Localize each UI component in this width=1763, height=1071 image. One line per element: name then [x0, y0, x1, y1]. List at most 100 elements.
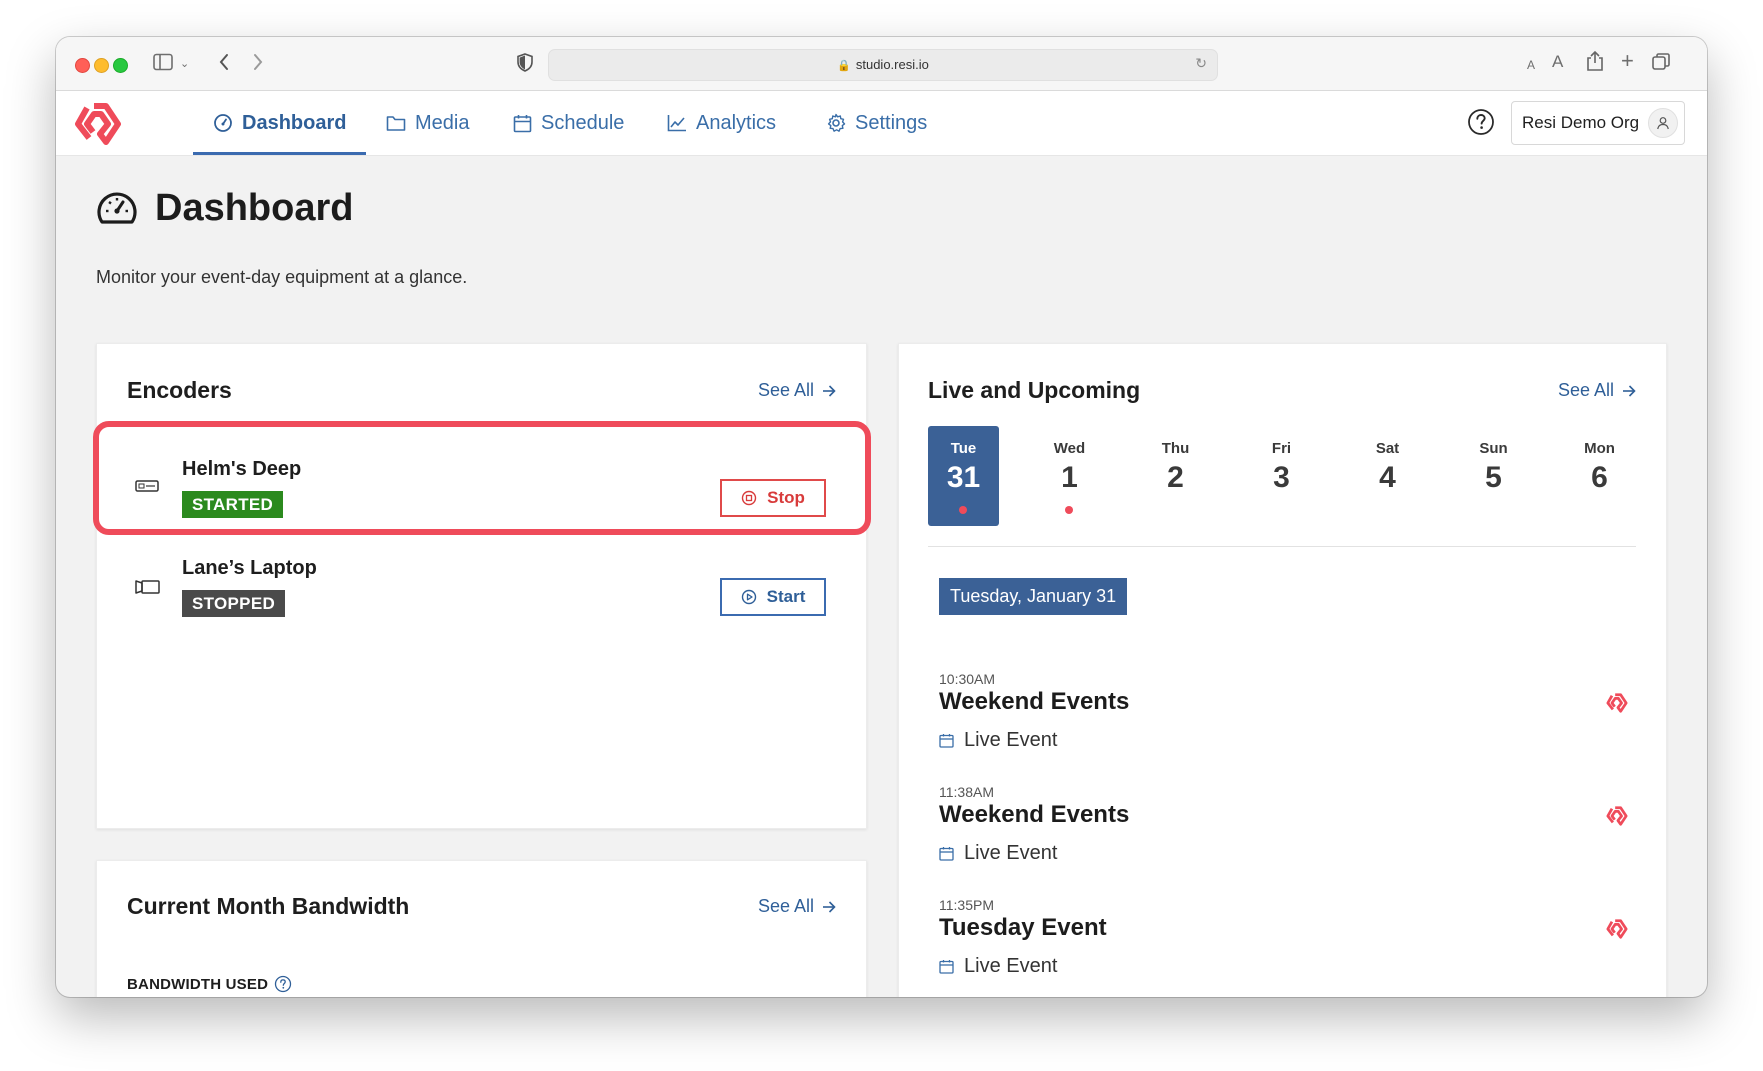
live-see-all-link[interactable]: See All — [1558, 380, 1636, 401]
event-title[interactable]: Weekend Events — [939, 801, 1129, 829]
encoder-row[interactable]: Lane’s Laptop STOPPED Start — [97, 544, 866, 644]
event-time: 11:38AM — [939, 784, 994, 800]
start-encoder-button[interactable]: Start — [720, 578, 826, 616]
address-bar[interactable]: 🔒 studio.resi.io ↻ — [548, 49, 1218, 81]
calendar-day[interactable]: Sat 4 — [1352, 426, 1423, 526]
bandwidth-see-all-label: See All — [757, 896, 814, 916]
stop-encoder-button[interactable]: Stop — [720, 479, 826, 517]
calendar-day[interactable]: Tue 31 — [928, 426, 999, 526]
encoders-see-all-link[interactable]: See All — [758, 380, 836, 401]
live-upcoming-card: Live and Upcoming See All Tue 31 Wed 1 T… — [898, 343, 1667, 997]
chevron-down-icon[interactable]: ⌄ — [180, 54, 189, 74]
page-title: Dashboard — [155, 187, 354, 229]
close-window-button[interactable] — [75, 58, 90, 73]
event-time: 11:35PM — [939, 897, 994, 913]
text-larger-icon[interactable]: A — [1552, 52, 1563, 72]
day-number: 2 — [1167, 461, 1184, 494]
calendar-day[interactable]: Wed 1 — [1034, 426, 1105, 526]
url-text: studio.resi.io — [855, 57, 929, 72]
browser-window: ⌄ 🔒 studio.resi.io ↻ A A + Dashboard Med… — [56, 37, 1707, 997]
encoders-card: Encoders See All Helm's Deep STARTED Sto… — [96, 343, 867, 829]
zoom-window-button[interactable] — [113, 58, 128, 73]
nav-schedule[interactable]: Schedule — [513, 91, 624, 155]
calendar-day[interactable]: Sun 5 — [1458, 426, 1529, 526]
calendar-icon — [939, 847, 954, 861]
event-type: Live Event — [939, 955, 1057, 978]
gauge-icon — [214, 114, 232, 132]
bandwidth-see-all-link[interactable]: See All — [758, 896, 836, 917]
bandwidth-title: Current Month Bandwidth — [127, 893, 410, 919]
day-name: Tue — [950, 440, 977, 457]
event-title[interactable]: Weekend Events — [939, 688, 1129, 716]
encoder-name[interactable]: Helm's Deep — [182, 458, 301, 481]
app-navbar: Dashboard Media Schedule Analytics Setti… — [56, 91, 1707, 156]
encoders-title: Encoders — [127, 377, 232, 403]
reload-icon[interactable]: ↻ — [1195, 55, 1207, 72]
encoder-name[interactable]: Lane’s Laptop — [182, 557, 317, 580]
start-button-label: Start — [766, 587, 806, 606]
status-badge: STARTED — [182, 491, 284, 518]
nav-dashboard[interactable]: Dashboard — [192, 91, 368, 155]
new-tab-icon[interactable]: + — [1621, 50, 1634, 72]
play-circle-icon — [741, 589, 756, 605]
minimize-window-button[interactable] — [94, 58, 109, 73]
back-arrow-icon[interactable] — [218, 52, 230, 76]
selected-date-label: Tuesday, January 31 — [939, 578, 1128, 615]
share-icon[interactable] — [1586, 50, 1604, 76]
shield-icon[interactable] — [517, 53, 533, 76]
org-switcher-button[interactable]: Resi Demo Org — [1511, 101, 1685, 145]
bandwidth-used-text: BANDWIDTH USED — [127, 975, 269, 993]
bandwidth-used-label: BANDWIDTH USED — [127, 975, 292, 993]
day-number: 31 — [946, 461, 981, 494]
stop-button-label: Stop — [767, 488, 805, 507]
day-name: Mon — [1584, 440, 1615, 457]
help-circle-icon[interactable] — [274, 975, 292, 993]
nav-media-label: Media — [415, 111, 470, 134]
status-badge: STOPPED — [182, 590, 286, 617]
event-type: Live Event — [939, 729, 1057, 752]
resi-logo-icon[interactable] — [1606, 918, 1628, 940]
live-see-all-label: See All — [1557, 380, 1614, 400]
browser-toolbar: ⌄ 🔒 studio.resi.io ↻ A A + — [56, 37, 1707, 91]
encoders-see-all-label: See All — [757, 380, 814, 400]
day-number: 4 — [1379, 461, 1396, 494]
nav-settings[interactable]: Settings — [826, 91, 927, 155]
event-time: 10:30AM — [939, 671, 996, 687]
calendar-day[interactable]: Mon 6 — [1564, 426, 1635, 526]
user-avatar-icon[interactable] — [1648, 108, 1678, 138]
nav-schedule-label: Schedule — [541, 111, 625, 134]
text-smaller-icon[interactable]: A — [1527, 55, 1535, 75]
day-name: Fri — [1271, 440, 1292, 457]
nav-settings-label: Settings — [855, 111, 928, 134]
dashboard-gauge-icon — [97, 191, 137, 224]
nav-media[interactable]: Media — [386, 91, 469, 155]
laptop-encoder-icon — [135, 580, 160, 594]
help-icon[interactable] — [1467, 108, 1495, 136]
calendar-day[interactable]: Thu 2 — [1140, 426, 1211, 526]
event-title[interactable]: Tuesday Event — [939, 914, 1107, 942]
org-name: Resi Demo Org — [1522, 113, 1640, 132]
nav-dashboard-label: Dashboard — [242, 111, 347, 134]
day-name: Sun — [1479, 440, 1508, 457]
resi-logo-icon[interactable] — [1606, 692, 1628, 714]
live-upcoming-title: Live and Upcoming — [928, 377, 1141, 403]
encoder-row[interactable]: Helm's Deep STARTED Stop — [97, 439, 866, 539]
page-header: Dashboard — [96, 187, 353, 230]
event-indicator-dot — [959, 506, 967, 514]
event-indicator-dot — [1065, 506, 1073, 514]
arrow-right-icon — [823, 900, 836, 913]
day-name: Thu — [1161, 440, 1190, 457]
nav-analytics[interactable]: Analytics — [667, 91, 776, 155]
calendar-day[interactable]: Fri 3 — [1246, 426, 1317, 526]
event-type: Live Event — [939, 842, 1057, 865]
stop-circle-icon — [741, 490, 757, 506]
tab-overview-icon[interactable] — [1652, 53, 1670, 75]
day-name: Wed — [1053, 440, 1086, 457]
sidebar-toggle-icon[interactable] — [153, 53, 173, 75]
encoder-device-icon — [135, 480, 159, 492]
resi-logo-icon[interactable] — [1606, 805, 1628, 827]
resi-logo-icon[interactable] — [74, 102, 122, 146]
bandwidth-card: Current Month Bandwidth See All BANDWIDT… — [96, 860, 867, 997]
event-type-label: Live Event — [964, 955, 1058, 977]
forward-arrow-icon[interactable] — [252, 52, 264, 76]
